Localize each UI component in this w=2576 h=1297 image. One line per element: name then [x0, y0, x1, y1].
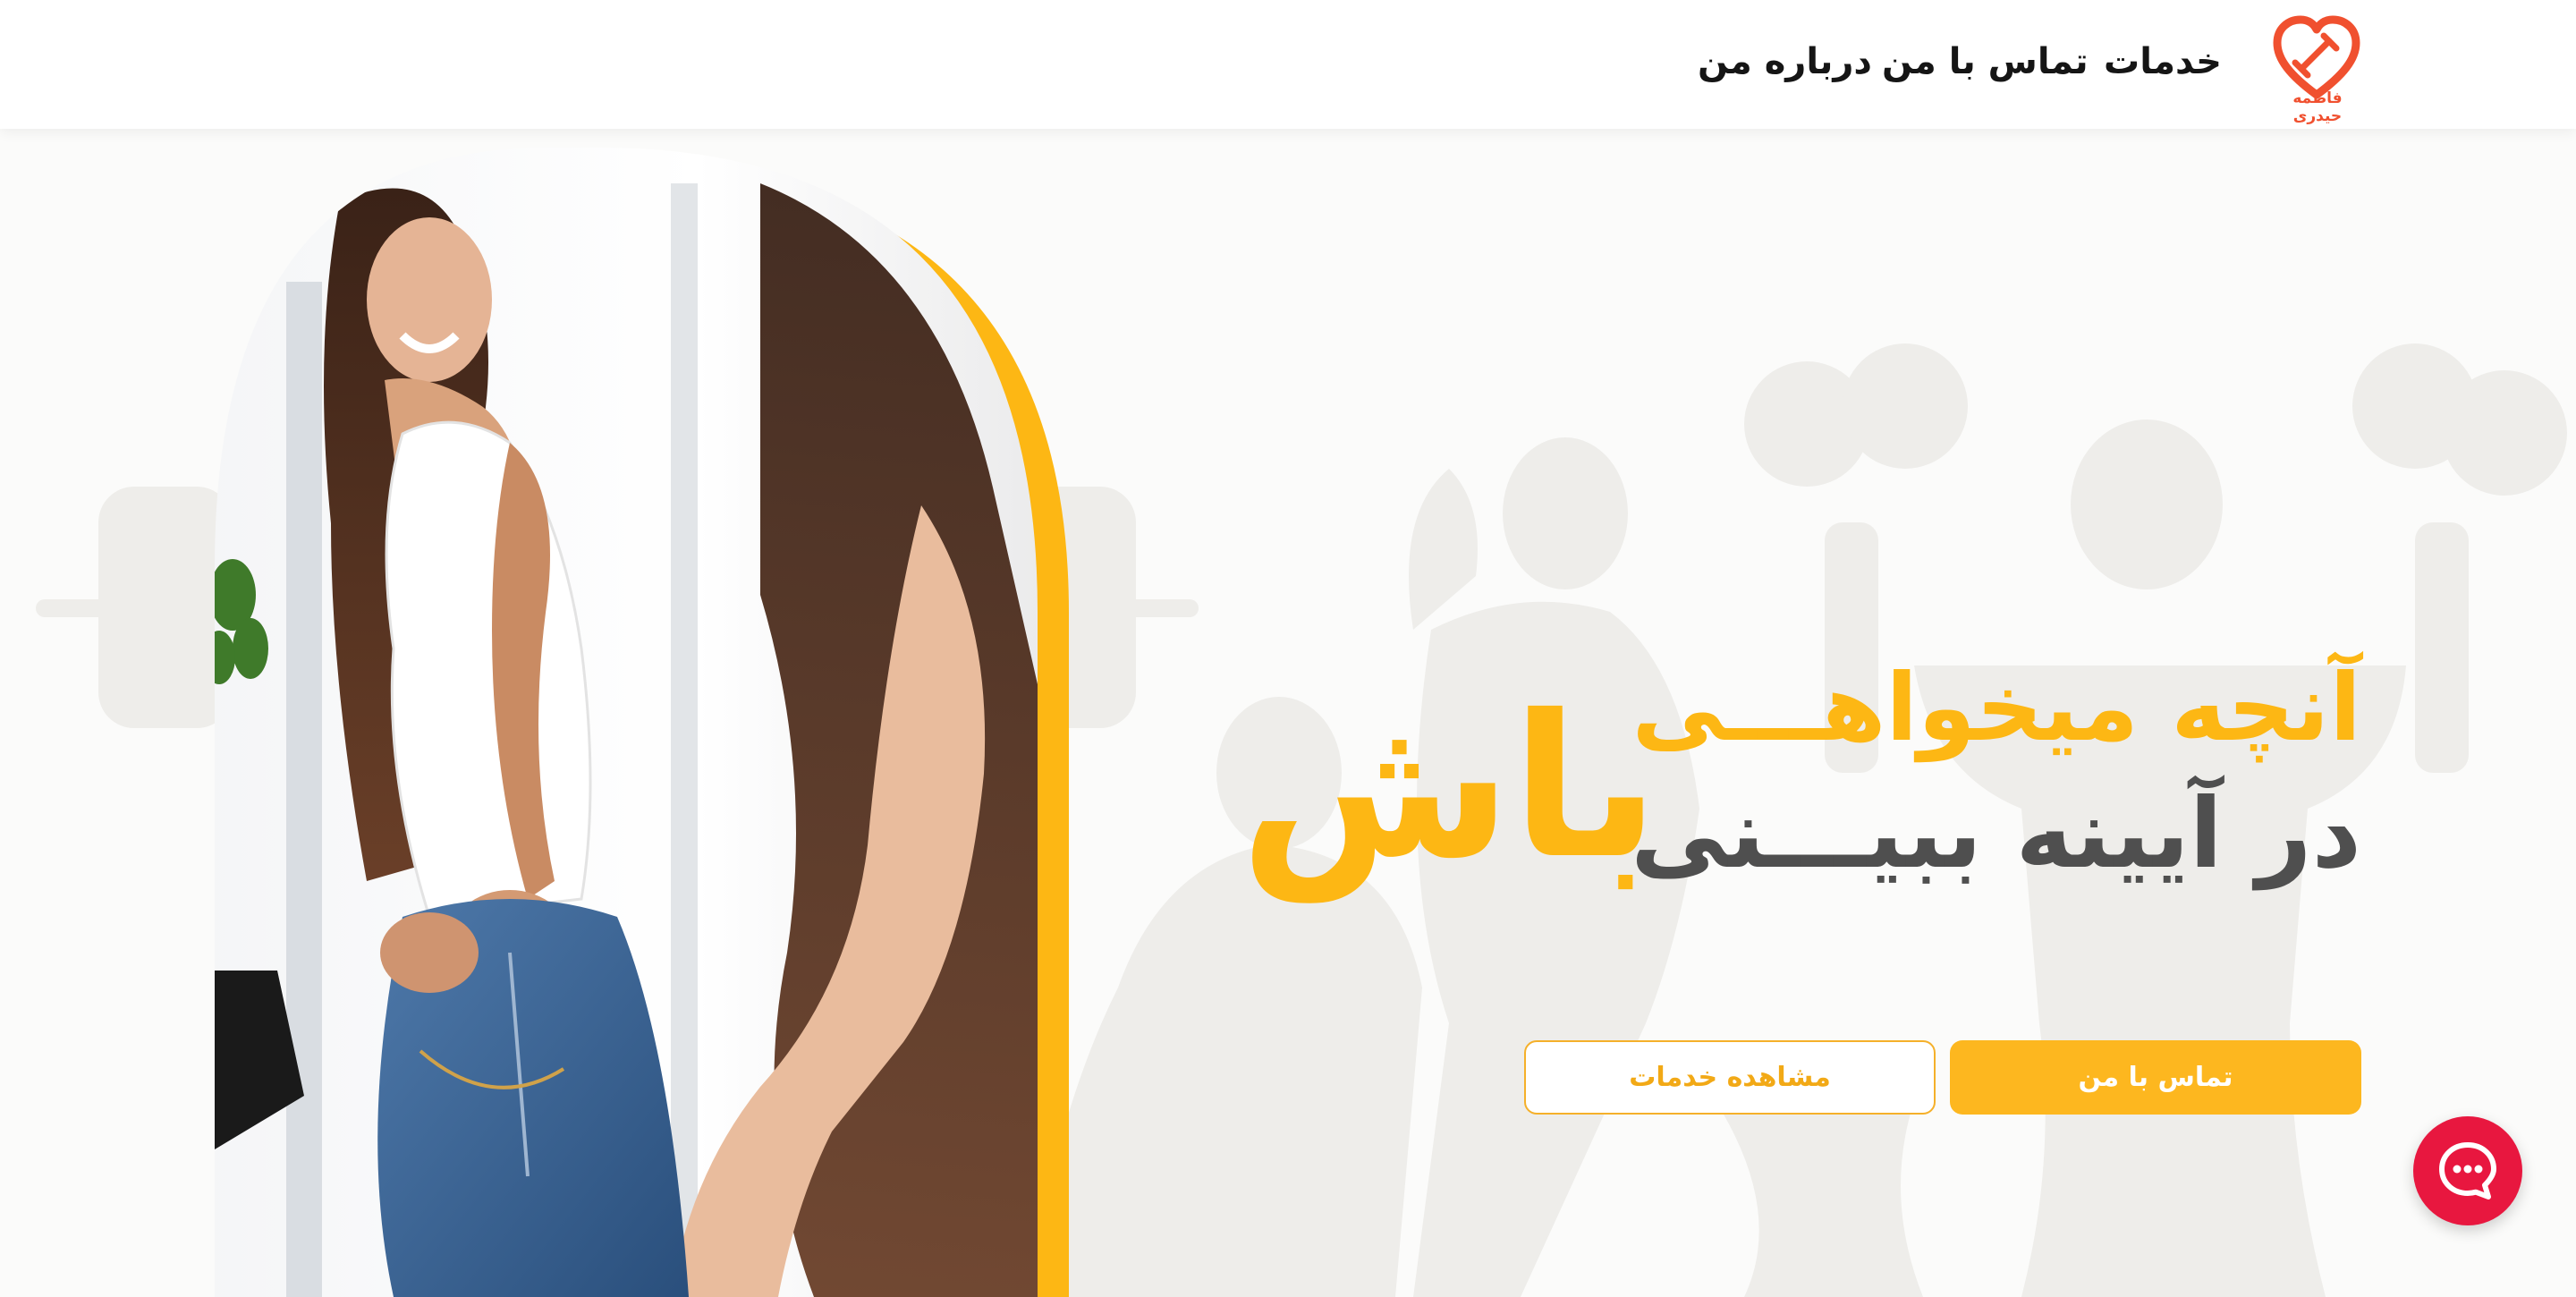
logo-caption: فاطمه حیدری — [2292, 89, 2343, 125]
view-services-button[interactable]: مشاهده خدمات — [1524, 1040, 1936, 1115]
contact-me-button[interactable]: تماس با من — [1950, 1040, 2361, 1115]
nav-services[interactable]: خدمات — [2104, 30, 2222, 93]
hero-headline: آنچه میخواهـــی در آیینه ببیـــنی باش — [1240, 653, 2361, 939]
nav-about[interactable]: درباره من — [1698, 30, 1872, 93]
chat-bubble-icon — [2439, 1142, 2496, 1200]
chat-button[interactable] — [2413, 1116, 2522, 1225]
headline-line1: آنچه میخواهـــی — [1631, 653, 2361, 762]
site-header: فاطمه حیدری خدمات تماس با من درباره من — [0, 0, 2576, 129]
nav-contact[interactable]: تماس با من — [1882, 30, 2089, 93]
headline-line2: در آیینه ببیـــنی — [1631, 778, 2361, 890]
hero-image — [215, 148, 1069, 1297]
headline-big-word: باش — [1240, 673, 1659, 902]
